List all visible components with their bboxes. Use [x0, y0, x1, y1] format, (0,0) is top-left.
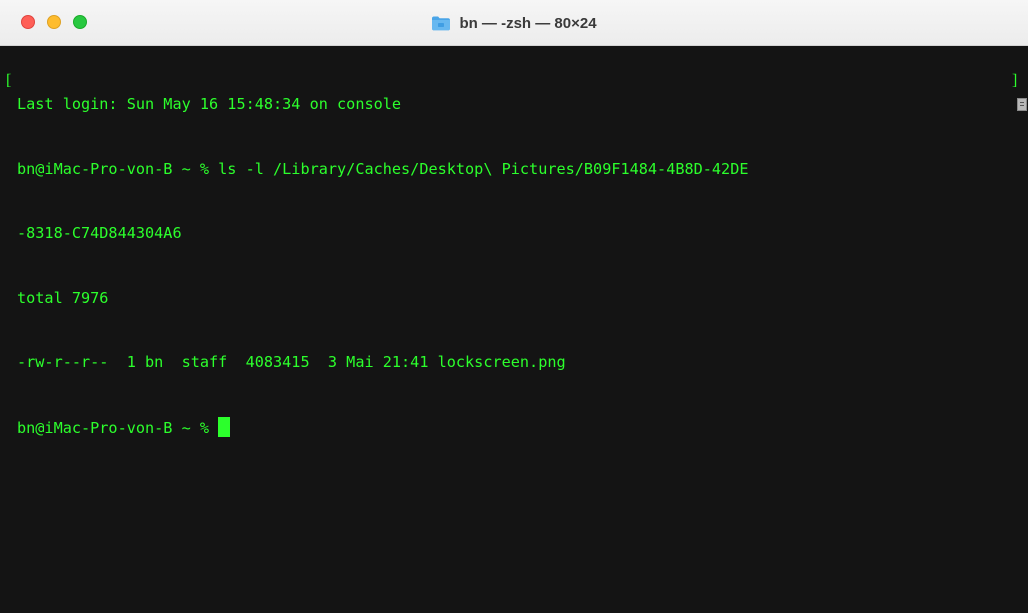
- folder-icon: [431, 15, 451, 31]
- selection-bracket-left: [: [6, 72, 12, 89]
- terminal-window: bn — -zsh — 80×24 [ ] Last login: Sun Ma…: [0, 0, 1028, 613]
- terminal-line: -8318-C74D844304A6: [17, 224, 182, 242]
- terminal-line: Last login: Sun May 16 15:48:34 on conso…: [17, 95, 402, 113]
- scroll-marker-icon[interactable]: [1017, 98, 1027, 111]
- prompt-text: bn@iMac-Pro-von-B ~ %: [17, 418, 219, 437]
- title-bar[interactable]: bn — -zsh — 80×24: [0, 0, 1028, 46]
- terminal-cursor[interactable]: [218, 416, 231, 437]
- window-title: bn — -zsh — 80×24: [459, 14, 597, 32]
- terminal-line: -rw-r--r-- 1 bn staff 4083415 3 Mai 21:4…: [17, 353, 566, 371]
- selection-bracket-right: ]: [1012, 72, 1018, 89]
- prompt-line: bn@iMac-Pro-von-B ~ %: [17, 416, 749, 439]
- window-title-group: bn — -zsh — 80×24: [0, 12, 1028, 34]
- terminal-lines: Last login: Sun May 16 15:48:34 on conso…: [17, 51, 749, 481]
- terminal-output[interactable]: [ ] Last login: Sun May 16 15:48:34 on c…: [0, 46, 1028, 613]
- terminal-line: bn@iMac-Pro-von-B ~ % ls -l /Library/Cac…: [17, 159, 749, 178]
- terminal-line: total 7976: [17, 288, 109, 307]
